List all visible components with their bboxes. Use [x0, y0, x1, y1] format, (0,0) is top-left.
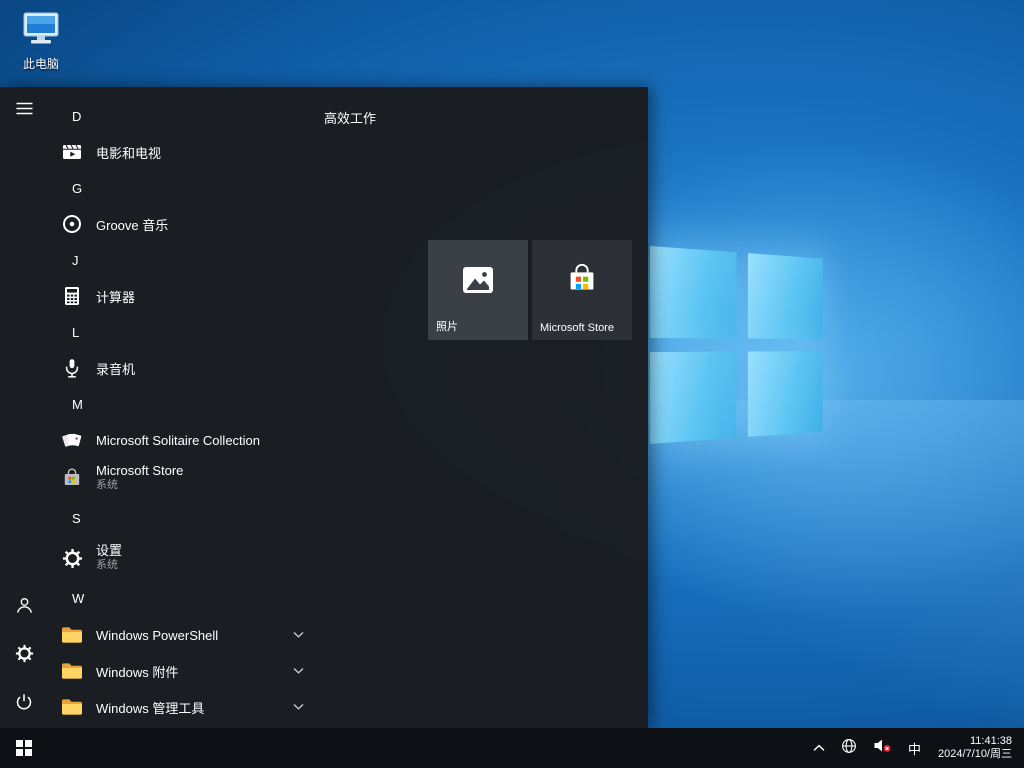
- ime-indicator: 中: [908, 739, 921, 758]
- calculator-icon: [60, 284, 84, 308]
- tray-network-button[interactable]: [836, 728, 862, 768]
- gear-icon: [15, 644, 34, 668]
- app-list-folder-windows-powershell[interactable]: Windows PowerShell: [48, 617, 320, 653]
- folder-icon: [60, 695, 84, 719]
- tile-grid: 照片 Microsoft Store: [428, 240, 632, 340]
- user-icon: [15, 596, 34, 620]
- app-list-item-settings[interactable]: 设置 系统: [48, 537, 320, 579]
- groove-music-icon: [60, 212, 84, 236]
- folder-icon: [60, 659, 84, 683]
- store-bag-icon: [563, 261, 601, 299]
- app-list-letter-l[interactable]: L: [48, 313, 320, 351]
- tile-photos[interactable]: 照片: [428, 240, 528, 340]
- app-list-letter-s[interactable]: S: [48, 499, 320, 537]
- this-pc-icon: [19, 10, 63, 53]
- settings-gear-icon: [60, 546, 84, 570]
- windows-logo-icon: [16, 740, 32, 756]
- start-menu: D 电影和电视 G: [0, 87, 648, 728]
- power-icon: [15, 693, 33, 716]
- app-list-item-calculator[interactable]: 计算器: [48, 279, 320, 313]
- hamburger-icon: [16, 102, 33, 120]
- power-button[interactable]: [0, 680, 48, 728]
- app-list-letter-m[interactable]: M: [48, 385, 320, 423]
- app-list-folder-windows-accessories[interactable]: Windows 附件: [48, 653, 320, 689]
- clock-time: 11:41:38: [938, 735, 1012, 748]
- app-list-item-movies-and-tv[interactable]: 电影和电视: [48, 135, 320, 169]
- desktop-icon-this-pc[interactable]: 此电脑: [12, 10, 70, 76]
- app-subtitle: 系统: [96, 478, 183, 493]
- desktop-icon-label: 此电脑: [23, 55, 59, 72]
- app-list-item-solitaire-collection[interactable]: Microsoft Solitaire Collection: [48, 423, 320, 457]
- app-list-letter-j[interactable]: J: [48, 241, 320, 279]
- section-letter: L: [72, 325, 79, 340]
- chevron-down-icon[interactable]: [293, 668, 304, 675]
- taskbar-clock[interactable]: 11:41:38 2024/7/10/周三: [932, 735, 1018, 761]
- section-letter: M: [72, 397, 83, 412]
- globe-icon: [841, 738, 857, 759]
- logo-pane: [650, 246, 737, 338]
- section-letter: S: [72, 511, 81, 526]
- app-list: D 电影和电视 G: [48, 87, 320, 728]
- chevron-up-icon: [813, 739, 825, 757]
- app-list-item-voice-recorder[interactable]: 录音机: [48, 351, 320, 385]
- user-account-button[interactable]: [0, 584, 48, 632]
- section-letter: W: [72, 591, 84, 606]
- tray-ime-button[interactable]: 中: [903, 728, 926, 768]
- logo-pane: [748, 253, 823, 339]
- app-list-letter-d[interactable]: D: [48, 97, 320, 135]
- app-subtitle: 系统: [96, 558, 122, 573]
- section-letter: D: [72, 109, 81, 124]
- tray-volume-button[interactable]: [868, 728, 897, 768]
- logo-pane: [650, 352, 737, 444]
- app-list-item-groove-music[interactable]: Groove 音乐: [48, 207, 320, 241]
- settings-button[interactable]: [0, 632, 48, 680]
- solitaire-icon: [60, 428, 84, 452]
- app-list-item-microsoft-store[interactable]: Microsoft Store 系统: [48, 457, 320, 499]
- screen: 此电脑: [0, 0, 1024, 768]
- system-tray: 中 11:41:38 2024/7/10/周三: [808, 728, 1024, 768]
- tile-group-title[interactable]: 高效工作: [324, 108, 376, 127]
- tile-microsoft-store[interactable]: Microsoft Store: [532, 240, 632, 340]
- chevron-down-icon[interactable]: [293, 704, 304, 711]
- logo-pane: [748, 351, 823, 437]
- app-list-folder-windows-admin-tools[interactable]: Windows 管理工具: [48, 689, 320, 725]
- chevron-down-icon[interactable]: [293, 632, 304, 639]
- app-list-letter-w[interactable]: W: [48, 579, 320, 617]
- tray-expand-button[interactable]: [808, 728, 830, 768]
- store-bag-icon: [60, 466, 84, 490]
- taskbar: 中 11:41:38 2024/7/10/周三: [0, 728, 1024, 768]
- expand-menu-button[interactable]: [0, 87, 48, 135]
- section-letter: J: [72, 253, 79, 268]
- start-button[interactable]: [0, 728, 48, 768]
- start-menu-rail: [0, 87, 48, 728]
- volume-muted-icon: [873, 738, 892, 758]
- photos-icon: [460, 262, 496, 298]
- movies-tv-icon: [60, 140, 84, 164]
- section-letter: G: [72, 181, 82, 196]
- windows-logo-wallpaper: [650, 246, 823, 444]
- clock-date: 2024/7/10/周三: [938, 748, 1012, 761]
- folder-icon: [60, 623, 84, 647]
- app-list-letter-g[interactable]: G: [48, 169, 320, 207]
- voice-recorder-icon: [60, 356, 84, 380]
